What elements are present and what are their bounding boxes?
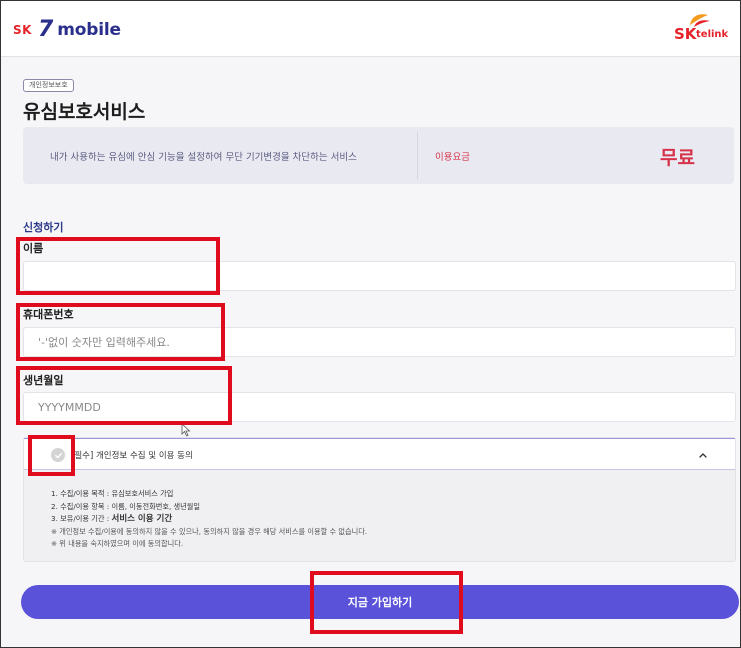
consent-header[interactable]: [필수] 개인정보 수집 및 이용 동의 — [24, 438, 735, 470]
logo-telink-text: telink — [696, 29, 729, 40]
site-header: SK 7 mobile SK telink — [1, 1, 740, 57]
logo-seven-text: 7 — [37, 17, 54, 42]
birthdate-input[interactable]: YYYYMMDD — [23, 392, 736, 422]
birthdate-label: 생년월일 — [23, 374, 64, 387]
consent-note-agree: ※ 위 내용을 숙지하였으며 이에 동의합니다. — [51, 539, 184, 548]
service-info-box: 내가 사용하는 유심에 안심 기능을 설정하여 무단 기기변경을 차단하는 서비… — [23, 127, 734, 184]
section-title: 신청하기 — [23, 221, 64, 234]
info-divider — [417, 132, 418, 179]
sktelink-logo[interactable]: SK telink — [674, 11, 734, 47]
consent-period-value: 서비스 이용 기간 — [111, 514, 173, 524]
fee-label: 이용요금 — [435, 152, 470, 163]
chevron-up-icon[interactable] — [697, 449, 709, 461]
consent-line-items: 2. 수집/이용 항목 : 이름, 이동전화번호, 생년월일 — [51, 501, 201, 511]
consent-note-refuse: ※ 개인정보 수집/이용에 동의하지 않을 수 있으나, 동의하지 않을 경우 … — [51, 526, 368, 536]
sk7mobile-logo[interactable]: SK 7 mobile — [13, 19, 121, 41]
logo-mobile-text: mobile — [57, 20, 121, 40]
mouse-cursor-icon — [181, 423, 191, 437]
logo-sk2-text: SK — [674, 25, 697, 43]
submit-button[interactable]: 지금 가입하기 — [21, 585, 739, 619]
name-input[interactable] — [23, 261, 736, 291]
category-tag: 개인정보보호 — [23, 79, 74, 92]
consent-title: [필수] 개인정보 수집 및 이용 동의 — [71, 451, 193, 461]
check-icon — [54, 452, 62, 458]
consent-period-prefix: 3. 보유/이용 기간 : — [51, 514, 112, 523]
consent-line-purpose: 1. 수집/이용 목적 : 유심보호서비스 가입 — [51, 489, 174, 498]
service-description: 내가 사용하는 유심에 안심 기능을 설정하여 무단 기기변경을 차단하는 서비… — [50, 152, 357, 163]
fee-value: 무료 — [660, 147, 695, 169]
consent-details: 1. 수집/이용 목적 : 유심보호서비스 가입 2. 수집/이용 항목 : 이… — [51, 488, 367, 551]
consent-checkbox[interactable] — [51, 448, 65, 462]
main-content: 개인정보보호 유심보호서비스 내가 사용하는 유심에 안심 기능을 설정하여 무… — [1, 57, 740, 647]
consent-panel: [필수] 개인정보 수집 및 이용 동의 1. 수집/이용 목적 : 유심보호서… — [23, 437, 736, 562]
phone-label: 휴대폰번호 — [23, 308, 74, 321]
page-title: 유심보호서비스 — [23, 101, 146, 123]
phone-input[interactable]: '-'없이 숫자만 입력해주세요. — [23, 327, 736, 357]
logo-sk-text: SK — [13, 23, 32, 37]
consent-line-period: 3. 보유/이용 기간 : 서비스 이용 기간 — [51, 513, 367, 526]
name-label: 이름 — [23, 242, 44, 255]
